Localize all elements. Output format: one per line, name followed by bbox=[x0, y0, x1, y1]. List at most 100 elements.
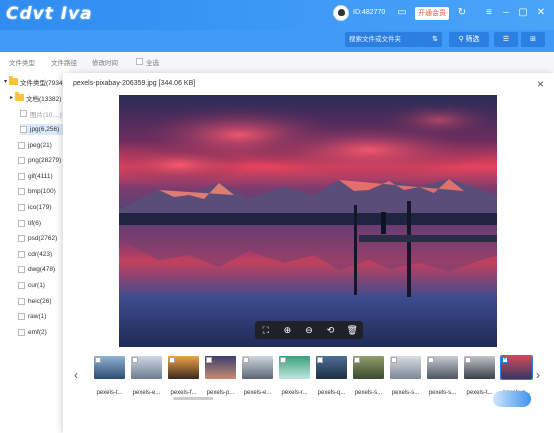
checkbox[interactable] bbox=[18, 313, 25, 321]
tab-file-type[interactable]: 文件类型 bbox=[9, 57, 35, 67]
tree-item[interactable]: cur(1) bbox=[18, 280, 45, 291]
tab-modified-time[interactable]: 修改时间 bbox=[92, 57, 118, 67]
scrollbar[interactable] bbox=[173, 397, 213, 400]
thumbnail[interactable]: pexels-s... bbox=[353, 356, 384, 396]
select-all-label: 全选 bbox=[146, 60, 159, 67]
prev-arrow-icon[interactable]: ‹ bbox=[74, 368, 78, 382]
checkbox[interactable] bbox=[18, 235, 25, 243]
checkbox[interactable] bbox=[18, 204, 25, 211]
tree-item[interactable]: raw(1) bbox=[18, 311, 46, 322]
next-arrow-icon[interactable]: › bbox=[536, 368, 540, 382]
thumbnail[interactable]: pexels-p... bbox=[500, 355, 533, 396]
thumbnail-checkbox[interactable] bbox=[169, 357, 175, 363]
tree-item[interactable]: bmp(100) bbox=[18, 186, 56, 197]
thumbnail-checkbox[interactable] bbox=[243, 357, 249, 363]
tree-item[interactable]: emf(2) bbox=[18, 327, 47, 338]
vip-button[interactable]: 开通会员 bbox=[415, 7, 449, 20]
tree-item[interactable]: psd(2762) bbox=[18, 233, 57, 244]
tree-item-label: 文档(13382) bbox=[26, 95, 62, 103]
thumbnail-checkbox[interactable] bbox=[280, 357, 286, 363]
checkbox[interactable] bbox=[18, 266, 25, 274]
checkbox[interactable] bbox=[20, 126, 27, 133]
zoom-out-icon[interactable]: ⊖ bbox=[302, 325, 316, 336]
zoom-in-icon[interactable]: ⊕ bbox=[280, 325, 294, 336]
close-icon[interactable]: × bbox=[537, 77, 544, 91]
checkbox[interactable] bbox=[18, 157, 25, 165]
tree-item-docs[interactable]: ▸ 文档(13382) bbox=[10, 92, 61, 103]
collapse-icon[interactable]: ▾ bbox=[4, 78, 7, 85]
preview-title: pexels-pixabay-206359.jpg [344.06 KB] bbox=[73, 80, 196, 87]
checkbox[interactable] bbox=[18, 250, 25, 258]
minimize-icon[interactable]: – bbox=[500, 7, 512, 19]
checkbox[interactable] bbox=[18, 188, 25, 196]
tree-item[interactable]: jpg(6,256) bbox=[20, 124, 68, 135]
maximize-icon[interactable]: ▢ bbox=[517, 7, 529, 19]
thumbnail-label: pexels-s... bbox=[391, 390, 420, 396]
filter-label: 筛选 bbox=[465, 36, 480, 43]
view-list-button[interactable]: ☰ bbox=[494, 32, 518, 47]
rotate-icon[interactable]: ⟲ bbox=[324, 325, 338, 336]
tree-item-label: cur(1) bbox=[28, 282, 45, 289]
thumbnail-checkbox[interactable] bbox=[465, 357, 471, 363]
tree-item[interactable]: png(28279) bbox=[18, 155, 61, 166]
view-grid-button[interactable]: ⊞ bbox=[521, 32, 545, 47]
checkbox[interactable] bbox=[20, 110, 27, 117]
toggle-button[interactable] bbox=[493, 391, 531, 407]
checkbox[interactable] bbox=[18, 219, 25, 227]
tree-item-label: jpeg(21) bbox=[28, 141, 52, 149]
tree-item[interactable]: dwg(478) bbox=[18, 264, 55, 275]
tree-item[interactable]: heic(26) bbox=[18, 296, 51, 307]
avatar[interactable] bbox=[333, 5, 349, 21]
title-bar: Cdvt Iva ID:482770 ▭ 开通会员 ↻ ≡ – ▢ ✕ bbox=[0, 0, 554, 30]
sort-button[interactable]: ⇅ bbox=[428, 32, 442, 47]
tree-item[interactable]: tif(6) bbox=[18, 218, 41, 229]
thumbnail-label: pexels-e... bbox=[132, 390, 161, 396]
checkbox[interactable] bbox=[18, 141, 25, 149]
thumbnail-strip: ‹ pexels-t... pexels-e... pexels-f... pexel… bbox=[63, 351, 554, 411]
thumbnail-checkbox[interactable] bbox=[95, 357, 101, 363]
checkbox[interactable] bbox=[18, 328, 25, 336]
thumbnail-checkbox[interactable] bbox=[132, 357, 138, 363]
tree-item-label: gif(4111) bbox=[28, 172, 53, 180]
checkbox[interactable] bbox=[18, 297, 25, 305]
expand-icon[interactable]: ▸ bbox=[10, 94, 13, 101]
thumbnail-checkbox[interactable] bbox=[317, 357, 323, 363]
select-all[interactable]: 全选 bbox=[136, 57, 159, 67]
thumbnail[interactable]: pexels-q... bbox=[316, 356, 347, 396]
tree-item[interactable]: gif(4111) bbox=[18, 171, 53, 182]
menu-icon[interactable]: ≡ bbox=[483, 7, 495, 19]
thumbnail-checkbox[interactable] bbox=[502, 355, 508, 363]
tab-file-path[interactable]: 文件路径 bbox=[51, 57, 77, 67]
thumbnail[interactable]: pexels-t... bbox=[464, 356, 495, 396]
thumbnail[interactable]: pexels-t... bbox=[94, 356, 125, 396]
monitor-icon[interactable]: ▭ bbox=[396, 7, 408, 19]
tree-root[interactable]: ▾ 文件类型(79347) bbox=[4, 76, 68, 87]
close-icon[interactable]: ✕ bbox=[535, 7, 547, 19]
fullscreen-icon[interactable]: ⛶ bbox=[259, 325, 273, 336]
filter-icon: ⚲ bbox=[458, 36, 466, 43]
tree-item[interactable]: ico(179) bbox=[18, 202, 51, 213]
select-all-checkbox[interactable] bbox=[136, 58, 143, 65]
thumbnail[interactable]: pexels-s... bbox=[427, 356, 458, 396]
thumbnail[interactable]: pexels-s... bbox=[390, 356, 421, 396]
delete-icon[interactable]: 🗑 bbox=[345, 325, 359, 336]
thumbnail-checkbox[interactable] bbox=[428, 357, 434, 363]
tree-item[interactable]: cdr(423) bbox=[18, 249, 52, 260]
thumbnail[interactable]: pexels-r... bbox=[279, 356, 310, 396]
thumbnail[interactable]: pexels-p... bbox=[205, 356, 236, 396]
thumbnail-checkbox[interactable] bbox=[354, 357, 360, 363]
filter-button[interactable]: ⚲ 筛选 bbox=[449, 32, 489, 47]
tree-item-label: heic(26) bbox=[28, 297, 52, 305]
thumbnail-label: pexels-q... bbox=[317, 390, 346, 396]
thumbnail[interactable]: pexels-e... bbox=[131, 356, 162, 396]
thumbnail[interactable]: pexels-e... bbox=[242, 356, 273, 396]
refresh-icon[interactable]: ↻ bbox=[456, 7, 468, 19]
tree-item-images[interactable]: 图片(10,...) bbox=[20, 108, 62, 119]
search-input[interactable]: 搜索文件或文件夹 bbox=[345, 32, 420, 47]
thumbnail[interactable]: pexels-f... bbox=[168, 356, 199, 396]
thumbnail-checkbox[interactable] bbox=[391, 357, 397, 363]
checkbox[interactable] bbox=[18, 282, 25, 289]
checkbox[interactable] bbox=[18, 172, 25, 180]
tree-item[interactable]: jpeg(21) bbox=[18, 140, 52, 151]
thumbnail-checkbox[interactable] bbox=[206, 357, 212, 363]
